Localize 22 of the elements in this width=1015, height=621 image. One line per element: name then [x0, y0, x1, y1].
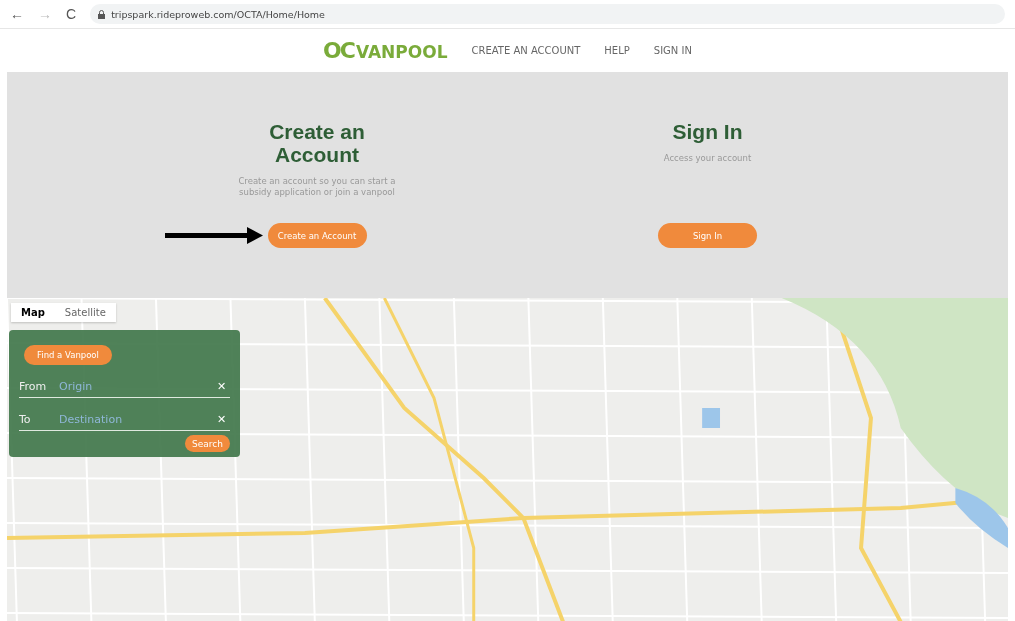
field-label: From — [19, 379, 48, 393]
logo-mark: OC — [323, 38, 354, 63]
reload-button[interactable]: C — [66, 7, 77, 21]
url-text: tripspark.rideproweb.com/OCTA/Home/Home — [111, 8, 325, 20]
card-text: Create an account so you can start a subsidy application or join a vanpool — [237, 176, 397, 198]
clear-button[interactable]: ✕ — [213, 412, 230, 426]
location-field[interactable]: Destination — [59, 412, 213, 426]
card-title: Sign In — [671, 120, 744, 143]
map-type-tab[interactable]: Map — [11, 303, 55, 322]
nav-link[interactable]: HELP — [604, 45, 630, 56]
back-button[interactable]: ← — [10, 7, 24, 21]
card-title: Create an Account — [268, 120, 366, 166]
nav-link[interactable]: SIGN IN — [653, 45, 692, 56]
nav-link[interactable]: CREATE AN ACCOUNT — [471, 45, 581, 56]
address-bar[interactable]: tripspark.rideproweb.com/OCTA/Home/Home — [90, 4, 1005, 24]
map-type-tab[interactable]: Satellite — [54, 303, 116, 322]
location-field[interactable]: Origin — [59, 379, 213, 393]
card-text: Access your account — [662, 153, 753, 165]
field-label: To — [19, 412, 32, 426]
clear-button[interactable]: ✕ — [213, 379, 230, 393]
logo-text: VANPOOL — [355, 42, 448, 62]
lock-icon — [98, 9, 106, 19]
